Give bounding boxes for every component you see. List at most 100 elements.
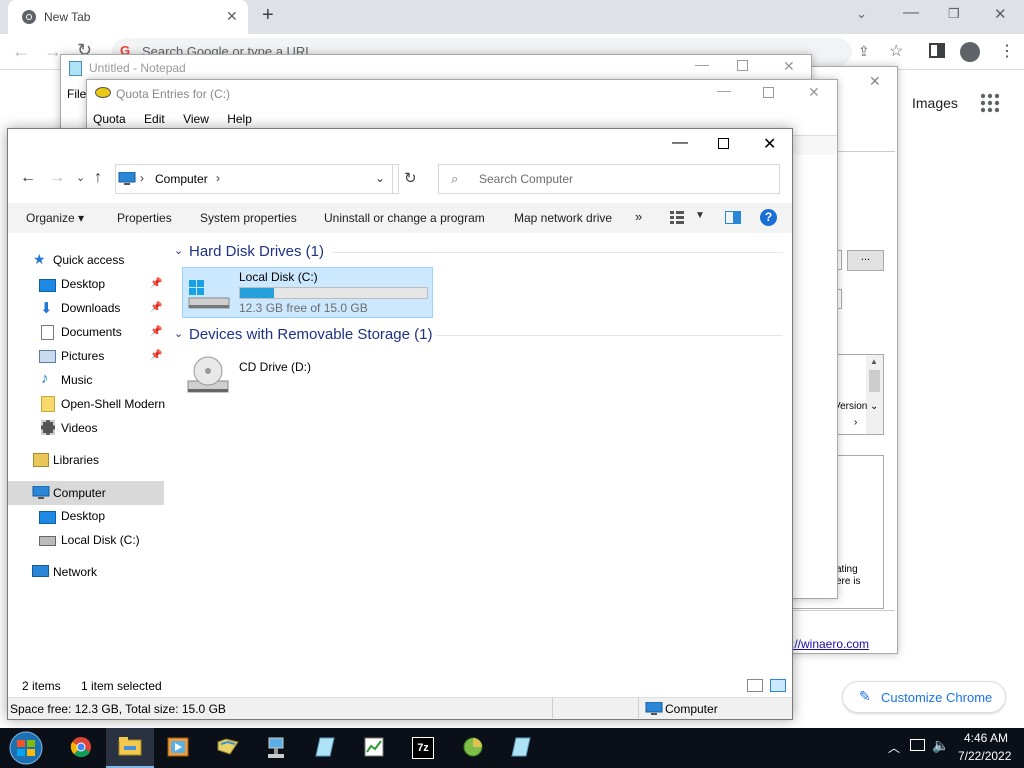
quota-minimize-icon[interactable]: —: [717, 82, 731, 98]
bookmark-star-icon[interactable]: ☆: [889, 41, 903, 61]
winaero-link[interactable]: ://winaero.com: [791, 637, 869, 651]
change-view-icon[interactable]: [670, 211, 684, 224]
taskbar-chrome[interactable]: [57, 728, 105, 768]
notepad-close-icon[interactable]: ✕: [783, 58, 795, 75]
close-tab-icon[interactable]: ✕: [226, 8, 238, 25]
taskbar-7zip[interactable]: 7z: [399, 728, 447, 768]
nav-downloads[interactable]: Downloads: [61, 301, 120, 315]
tray-volume-icon[interactable]: 🔈: [932, 737, 949, 754]
scroll-right-icon[interactable]: ›: [854, 417, 857, 428]
tray-network-icon[interactable]: [910, 739, 925, 751]
profile-avatar-icon[interactable]: [960, 42, 980, 62]
taskbar-notepad[interactable]: [301, 728, 349, 768]
quota-menu-help[interactable]: Help: [227, 112, 252, 126]
explorer-maximize-icon[interactable]: [718, 138, 729, 149]
nav-documents[interactable]: Documents: [61, 325, 122, 339]
chrome-minimize-icon[interactable]: —: [903, 4, 919, 22]
version-chevron-icon[interactable]: ⌄: [870, 401, 878, 412]
forward-arrow-icon[interactable]: →: [49, 169, 65, 187]
pin-icon[interactable]: 📌: [150, 326, 162, 337]
dialog-list-scrollbar[interactable]: ▲: [866, 355, 883, 434]
group-removable-storage[interactable]: Devices with Removable Storage (1): [189, 326, 432, 343]
images-link[interactable]: Images: [912, 95, 958, 111]
nav-desktop[interactable]: Desktop: [61, 277, 105, 291]
quota-menu-quota[interactable]: Quota: [93, 112, 126, 126]
pin-icon[interactable]: 📌: [150, 278, 162, 289]
address-segment-computer[interactable]: Computer: [155, 172, 208, 186]
uninstall-program-button[interactable]: Uninstall or change a program: [324, 211, 485, 225]
system-properties-button[interactable]: System properties: [200, 211, 297, 225]
nav-music[interactable]: Music: [61, 373, 92, 387]
quota-menu-edit[interactable]: Edit: [144, 112, 165, 126]
customize-chrome-button[interactable]: ✎ Customize Chrome: [842, 681, 1006, 713]
preview-pane-icon[interactable]: [725, 211, 741, 224]
share-icon[interactable]: ⇪: [858, 43, 870, 60]
details-view-icon[interactable]: [747, 679, 763, 692]
nav-libraries[interactable]: Libraries: [53, 453, 99, 467]
more-commands-button[interactable]: »: [635, 209, 642, 224]
explorer-minimize-icon[interactable]: —: [672, 134, 688, 152]
back-arrow-icon[interactable]: ←: [20, 169, 36, 187]
nav-network[interactable]: Network: [53, 565, 97, 579]
apps-grid-icon[interactable]: [980, 93, 1000, 113]
properties-button[interactable]: Properties: [117, 211, 172, 225]
quota-maximize-icon[interactable]: [763, 87, 774, 98]
start-button[interactable]: [4, 728, 48, 768]
nav-quick-access[interactable]: Quick access: [53, 253, 124, 267]
taskbar-notepad-2[interactable]: [497, 728, 545, 768]
taskbar-disk-cleanup[interactable]: [449, 728, 497, 768]
quota-icon: [95, 87, 111, 98]
drive-cd-d[interactable]: CD Drive (D:): [182, 353, 433, 401]
nav-pictures[interactable]: Pictures: [61, 349, 104, 363]
chrome-restore-icon[interactable]: ❐: [948, 6, 960, 22]
notepad-minimize-icon[interactable]: —: [695, 56, 709, 72]
map-network-drive-button[interactable]: Map network drive: [514, 211, 612, 225]
group-hard-disk-drives[interactable]: Hard Disk Drives (1): [189, 243, 324, 260]
side-panel-icon[interactable]: [929, 43, 945, 58]
chrome-close-icon[interactable]: ✕: [994, 5, 1007, 23]
notepad-maximize-icon[interactable]: [737, 60, 748, 71]
refresh-icon[interactable]: ↻: [404, 169, 417, 187]
nav-computer-desktop[interactable]: Desktop: [61, 509, 105, 523]
tray-clock-time[interactable]: 4:46 AM: [962, 731, 1010, 745]
tab-search-chevron-icon[interactable]: ⌄: [856, 6, 867, 22]
nav-local-disk[interactable]: Local Disk (C:): [61, 533, 140, 547]
drive-local-disk-c[interactable]: Local Disk (C:) 12.3 GB free of 15.0 GB: [182, 267, 433, 318]
group-collapse-chevron-icon[interactable]: ⌄: [174, 244, 183, 257]
nav-videos[interactable]: Videos: [61, 421, 97, 435]
libraries-icon: [33, 453, 49, 467]
nav-open-shell[interactable]: Open-Shell Modern: [61, 397, 165, 411]
help-icon[interactable]: ?: [760, 209, 777, 226]
taskbar-folder[interactable]: [204, 728, 252, 768]
up-arrow-icon[interactable]: ↑: [94, 169, 102, 187]
notepad-menu-file[interactable]: File: [67, 87, 86, 101]
taskbar-explorer[interactable]: [106, 728, 154, 768]
address-separator-icon-2[interactable]: ›: [216, 171, 220, 185]
quota-close-icon[interactable]: ✕: [808, 84, 820, 101]
taskbar-media-player[interactable]: [154, 728, 202, 768]
taskbar-network-app[interactable]: [253, 728, 301, 768]
browse-button[interactable]: ...: [847, 250, 884, 271]
group-collapse-chevron-icon[interactable]: ⌄: [174, 327, 183, 340]
quota-menu-view[interactable]: View: [183, 112, 209, 126]
dialog-close-icon[interactable]: ✕: [869, 73, 881, 90]
view-dropdown-icon[interactable]: ▼: [695, 210, 705, 221]
new-tab-plus-icon[interactable]: +: [262, 4, 274, 27]
chrome-menu-icon[interactable]: ⋮: [999, 41, 1015, 61]
tray-show-hidden-icon[interactable]: ︿: [888, 739, 900, 756]
chrome-back-icon[interactable]: ←: [12, 41, 30, 62]
nav-computer-selected[interactable]: Computer: [8, 481, 164, 505]
taskbar-resource-monitor[interactable]: [350, 728, 398, 768]
tray-clock-date[interactable]: 7/22/2022: [958, 749, 1011, 763]
address-separator-icon[interactable]: ›: [140, 171, 144, 185]
chrome-tab-new-tab[interactable]: New Tab ✕: [8, 0, 248, 34]
address-dropdown-icon[interactable]: ⌄: [375, 171, 385, 185]
search-box[interactable]: ⌕ Search Computer: [438, 164, 780, 194]
recent-locations-chevron-icon[interactable]: ⌄: [76, 171, 85, 184]
pin-icon[interactable]: 📌: [150, 350, 162, 361]
explorer-close-icon[interactable]: ✕: [763, 134, 776, 154]
organize-button[interactable]: Organize ▾: [26, 211, 84, 225]
address-bar[interactable]: › Computer › ⌄ ↻: [115, 164, 417, 194]
large-icons-view-icon[interactable]: [770, 679, 786, 692]
pin-icon[interactable]: 📌: [150, 302, 162, 313]
